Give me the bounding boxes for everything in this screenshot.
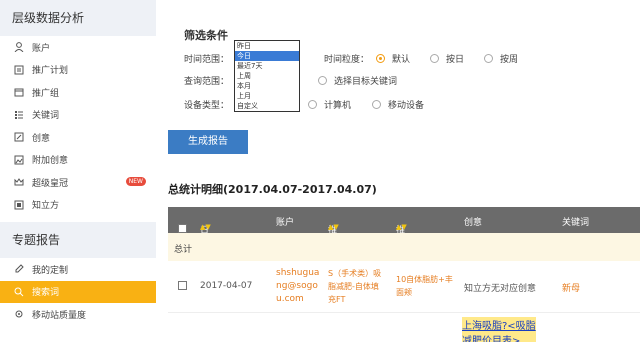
radio-label: 选择目标关键词 bbox=[334, 77, 398, 87]
sidebar-item-knowledge-cube[interactable]: 知立方 bbox=[0, 194, 156, 217]
device-type-label: 设备类型： bbox=[184, 101, 230, 111]
radio-label: 按日 bbox=[446, 55, 465, 65]
dropdown-option[interactable]: 上月 bbox=[235, 91, 299, 101]
pencil-icon bbox=[14, 132, 24, 142]
query-range-label: 查询范围： bbox=[184, 77, 230, 87]
dropdown-option[interactable]: 本月 bbox=[235, 81, 299, 91]
sidebar-item-group[interactable]: 推广组 bbox=[0, 81, 156, 104]
select-keywords-radio[interactable]: 选择目标关键词 bbox=[318, 74, 397, 87]
dropdown-option[interactable]: 自定义 bbox=[235, 101, 299, 111]
sidebar-item-label: 推广计划 bbox=[32, 66, 69, 77]
select-all-checkbox[interactable] bbox=[178, 224, 187, 233]
time-range-dropdown[interactable]: 昨日 今日 最近7天 上周 本月 上月 自定义 bbox=[234, 40, 300, 112]
radio-dot bbox=[308, 100, 317, 109]
sidebar-item-label: 移动站质量度 bbox=[32, 310, 87, 321]
sidebar-item-keyword[interactable]: 关键词 bbox=[0, 104, 156, 127]
sort-icon: ▲▼ bbox=[396, 223, 407, 231]
device-mobile-radio[interactable]: 移动设备 bbox=[372, 98, 424, 111]
radio-dot bbox=[372, 100, 381, 109]
row-group[interactable]: 10自体脂肪+丰 面颊 bbox=[396, 273, 453, 299]
new-badge: NEW bbox=[125, 177, 146, 186]
table-row: 2017-04-07 shshugua ng@sogo u.com S（手术类）… bbox=[168, 261, 640, 313]
sidebar-item-my-custom[interactable]: 我的定制 bbox=[0, 258, 156, 281]
granularity-label: 时间粒度： bbox=[324, 55, 370, 65]
radio-label: 默认 bbox=[392, 55, 411, 65]
sidebar-item-label: 附加创意 bbox=[32, 156, 69, 167]
row-account[interactable]: shshugua ng@sogo u.com bbox=[276, 267, 319, 306]
edit-icon bbox=[14, 264, 24, 274]
total-row: 总计 bbox=[168, 233, 640, 261]
main-content: 筛选条件 时间范围： 查询范围： 设备类型： 时间粒度： 默认 按日 按周 选择… bbox=[168, 0, 640, 342]
radio-dot bbox=[376, 54, 385, 63]
radio-dot bbox=[318, 76, 327, 85]
sidebar-item-account[interactable]: 账户 bbox=[0, 36, 156, 59]
header-creative: 创意 bbox=[464, 218, 483, 228]
radio-label: 计算机 bbox=[324, 101, 352, 111]
crown-icon bbox=[14, 177, 24, 187]
header-account: 账户 bbox=[276, 218, 295, 228]
sidebar-item-search-term[interactable]: 搜索词 bbox=[0, 280, 156, 303]
generate-report-button[interactable]: 生成报告 bbox=[168, 130, 248, 154]
row-checkbox[interactable] bbox=[178, 281, 187, 290]
row-date: 2017-04-07 bbox=[200, 281, 253, 291]
radio-dot bbox=[484, 54, 493, 63]
sidebar-item-creative[interactable]: 创意 bbox=[0, 126, 156, 149]
granularity-default-radio[interactable]: 默认 bbox=[376, 52, 410, 65]
row-plan[interactable]: S（手术类）吸 脂减肥-自体填 充FT bbox=[328, 267, 381, 306]
section-title-level-analysis: 层级数据分析 bbox=[0, 0, 156, 36]
row-creative: 知立方无对应创意 bbox=[464, 284, 537, 294]
sidebar-item-label: 我的定制 bbox=[32, 265, 69, 276]
sidebar-item-label: 关键词 bbox=[32, 111, 60, 122]
sort-icon: ▲▼ bbox=[328, 223, 339, 231]
dropdown-option-selected[interactable]: 今日 bbox=[235, 51, 299, 61]
granularity-day-radio[interactable]: 按日 bbox=[430, 52, 464, 65]
sidebar-item-plan[interactable]: 推广计划 bbox=[0, 59, 156, 82]
summary-title: 总统计明细(2017.04.07-2017.04.07) bbox=[168, 183, 377, 196]
sidebar-item-label: 账户 bbox=[32, 43, 51, 54]
folder-icon bbox=[14, 87, 24, 97]
dropdown-option[interactable]: 最近7天 bbox=[235, 61, 299, 71]
image-icon bbox=[14, 155, 24, 165]
dropdown-option[interactable]: 上周 bbox=[235, 71, 299, 81]
table-header: 日期 ▲▼ 账户 推广计划 ▲▼ 推广组 ▲▼ 创意 关键词 bbox=[168, 207, 640, 275]
sidebar: 层级数据分析 账户 推广计划 推广组 关键词 创意 附加创意 超级皇冠 NEW … bbox=[0, 0, 156, 342]
dropdown-option[interactable]: 昨日 bbox=[235, 41, 299, 51]
creative-link[interactable]: 上海吸脂?<吸脂 减肥价目表> bbox=[462, 317, 536, 342]
section-title-topic-report: 专题报告 bbox=[0, 222, 156, 258]
filter-title: 筛选条件 bbox=[184, 29, 228, 42]
gear-icon bbox=[14, 309, 24, 319]
row-keyword[interactable]: 新母 bbox=[562, 281, 580, 294]
sidebar-item-label: 推广组 bbox=[32, 88, 60, 99]
sidebar-item-label: 搜索词 bbox=[32, 288, 60, 299]
search-icon bbox=[14, 287, 24, 297]
total-label: 总计 bbox=[174, 245, 193, 255]
radio-label: 按周 bbox=[500, 55, 519, 65]
account-icon bbox=[14, 42, 24, 53]
sidebar-item-label: 创意 bbox=[32, 133, 51, 144]
time-range-label: 时间范围： bbox=[184, 55, 230, 65]
device-computer-radio[interactable]: 计算机 bbox=[308, 98, 351, 111]
sort-icon: ▲▼ bbox=[200, 223, 211, 231]
radio-dot bbox=[430, 54, 439, 63]
cube-icon bbox=[14, 200, 24, 210]
table-row-extra: 上海吸脂?<吸脂 减肥价目表> bbox=[168, 313, 640, 342]
sidebar-item-mobile-quality[interactable]: 移动站质量度 bbox=[0, 303, 156, 326]
header-keyword: 关键词 bbox=[562, 218, 590, 228]
sidebar-item-super-crown[interactable]: 超级皇冠 NEW bbox=[0, 171, 156, 194]
list-icon bbox=[14, 110, 24, 120]
sidebar-item-extra-creative[interactable]: 附加创意 bbox=[0, 149, 156, 172]
sidebar-item-label: 知立方 bbox=[32, 201, 60, 212]
sidebar-item-label: 超级皇冠 bbox=[32, 178, 69, 189]
radio-label: 移动设备 bbox=[388, 101, 425, 111]
granularity-week-radio[interactable]: 按周 bbox=[484, 52, 518, 65]
document-icon bbox=[14, 65, 24, 75]
